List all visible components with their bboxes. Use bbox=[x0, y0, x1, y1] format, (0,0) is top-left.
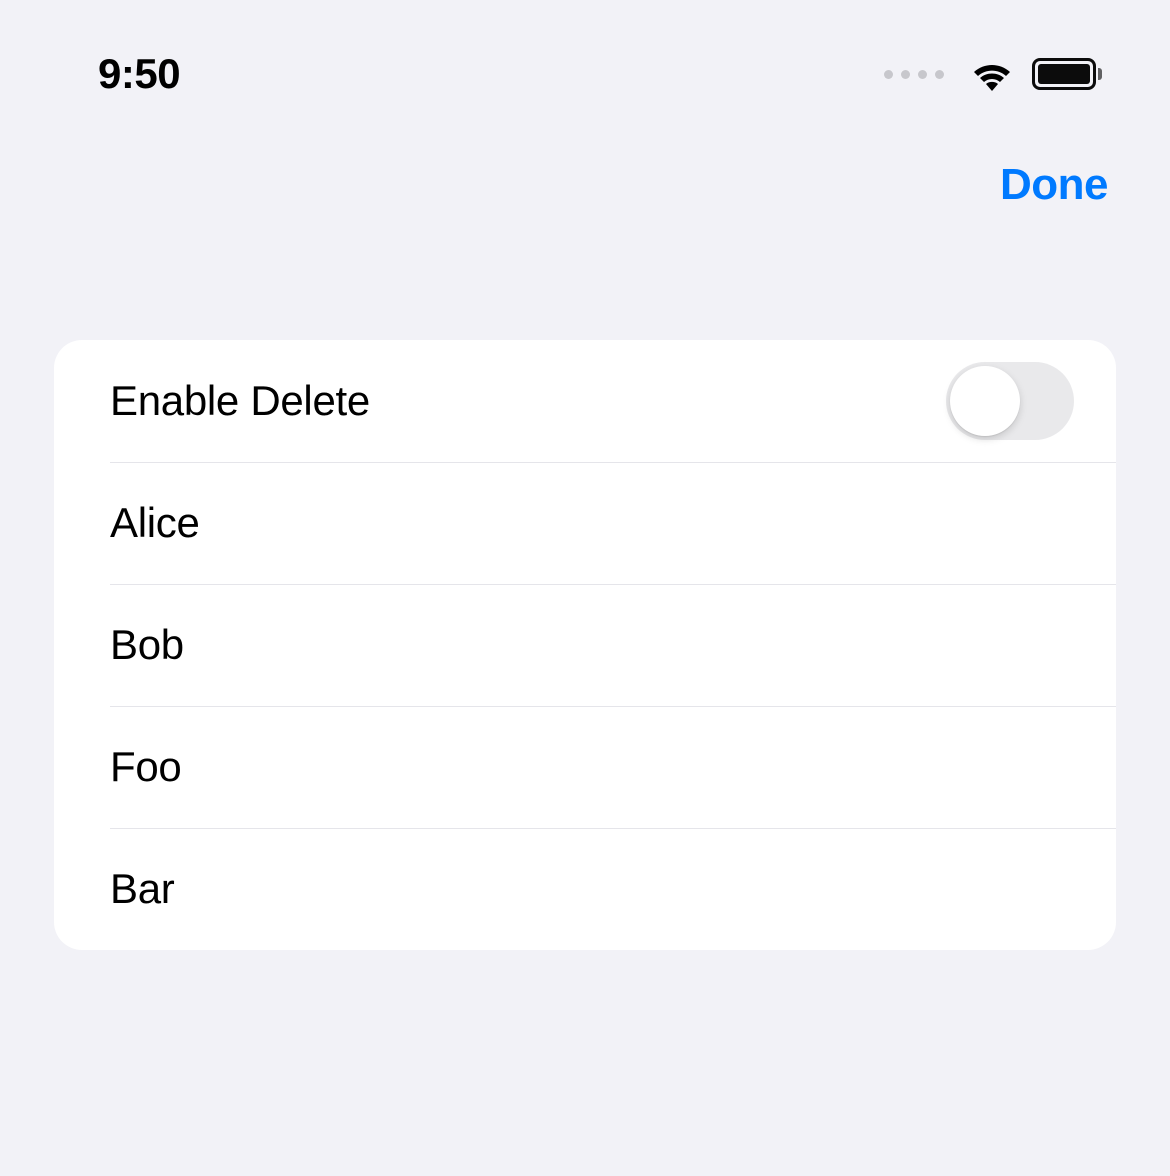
recording-indicator-icon bbox=[884, 70, 944, 79]
list-item[interactable]: Foo bbox=[54, 706, 1116, 828]
list-item[interactable]: Bar bbox=[54, 828, 1116, 950]
done-button[interactable]: Done bbox=[1000, 160, 1108, 210]
wifi-icon bbox=[968, 56, 1016, 92]
list-item[interactable]: Alice bbox=[54, 462, 1116, 584]
status-indicators bbox=[884, 56, 1102, 92]
status-time: 9:50 bbox=[98, 50, 180, 98]
list-item[interactable]: Bob bbox=[54, 584, 1116, 706]
enable-delete-label: Enable Delete bbox=[110, 377, 370, 425]
list-item-label: Bar bbox=[110, 865, 174, 913]
enable-delete-toggle[interactable] bbox=[946, 362, 1074, 440]
list-item-label: Foo bbox=[110, 743, 181, 791]
status-bar: 9:50 bbox=[0, 0, 1170, 110]
list-item-label: Alice bbox=[110, 499, 200, 547]
enable-delete-row: Enable Delete bbox=[54, 340, 1116, 462]
toggle-knob bbox=[950, 366, 1020, 436]
battery-icon bbox=[1032, 58, 1102, 90]
nav-bar: Done bbox=[0, 110, 1170, 210]
list-item-label: Bob bbox=[110, 621, 184, 669]
settings-list: Enable Delete Alice Bob Foo Bar bbox=[54, 340, 1116, 950]
